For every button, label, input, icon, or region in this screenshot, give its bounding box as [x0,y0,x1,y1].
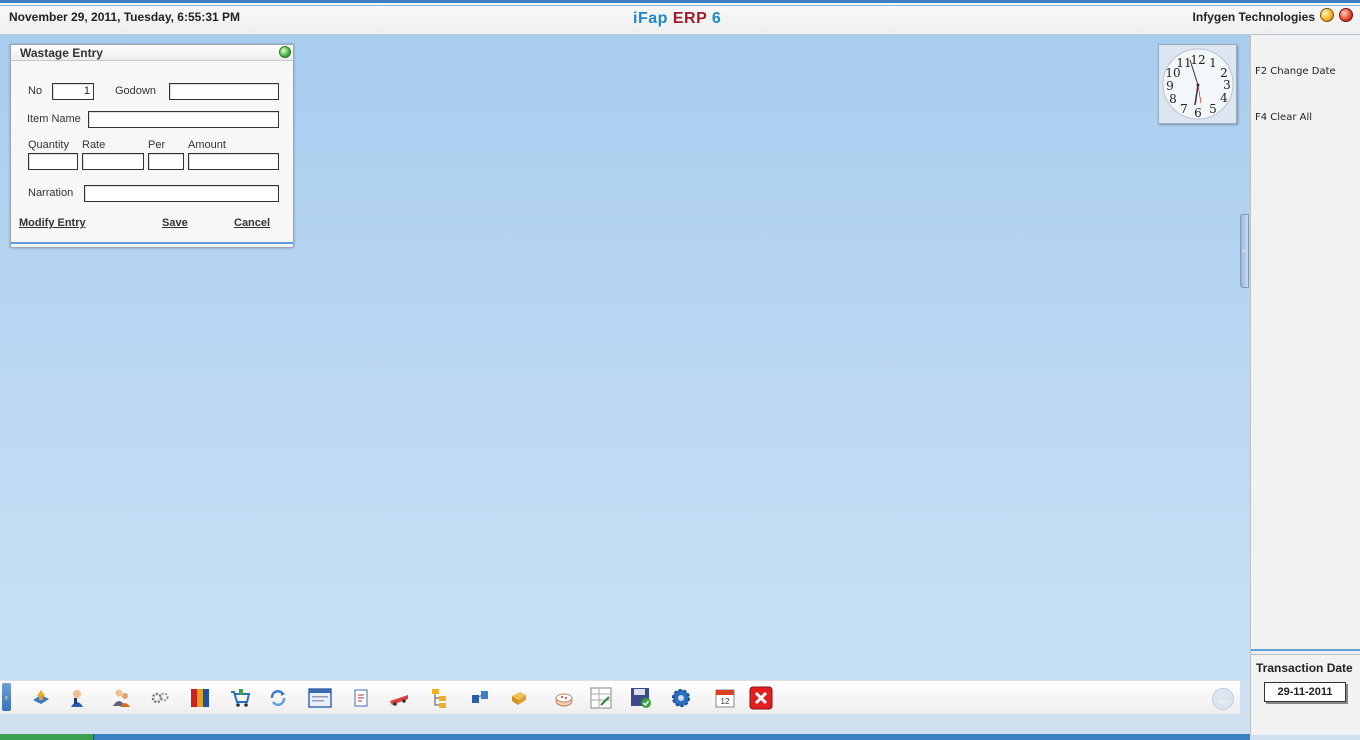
box-icon[interactable] [507,686,531,710]
app-title-erp: ERP [672,10,707,27]
user-support-icon[interactable] [65,686,89,710]
minimize-button[interactable] [1320,8,1334,22]
app-title-ifap: iFap [633,10,668,27]
taskbar-scroll-left-button[interactable]: ‹ [2,683,11,711]
save-button[interactable]: Save [162,217,188,229]
settings-gears-icon[interactable] [148,686,172,710]
app-title-version: 6 [711,10,722,27]
wastage-entry-dialog: Wastage Entry No 1 Godown Item Name Quan… [10,44,294,248]
svg-text:11: 11 [1176,56,1191,70]
rate-field[interactable] [82,153,144,170]
clock-face-icon: 12 1 2 3 4 5 6 7 8 9 10 11 [1162,48,1234,120]
save-disk-icon[interactable] [629,686,653,710]
transaction-date-label: Transaction Date [1256,661,1353,675]
folder-tree-icon[interactable] [428,686,452,710]
narration-label: Narration [28,187,74,199]
dialog-title: Wastage Entry [20,46,103,60]
app-title: iFap ERP 6 [633,10,721,28]
modify-entry-button[interactable]: Modify Entry [19,217,86,229]
modify-entry-mnemonic: M [19,217,29,229]
current-datetime: November 29, 2011, Tuesday, 6:55:31 PM [9,10,241,24]
svg-text:6: 6 [1194,106,1202,120]
per-label: Per [148,139,166,151]
taskbar: ‹ 12 ← [0,680,1240,714]
cancel-button[interactable]: Cancel [234,217,270,229]
rate-label: Rate [82,139,106,151]
svg-text:5: 5 [1209,102,1217,116]
close-icon[interactable] [749,686,773,710]
bottom-status-strip [0,734,1250,740]
modify-entry-label: odify Entry [28,217,86,229]
cash-book-icon[interactable] [29,686,53,710]
no-field[interactable]: 1 [52,83,94,100]
document-icon[interactable] [349,686,373,710]
dialog-titlebar[interactable]: Wastage Entry [11,45,293,61]
no-label: No [28,85,43,97]
status-indicator-icon[interactable] [279,46,291,58]
right-shortcut-panel: F2 Change Date F4 Clear All Transaction … [1250,35,1360,735]
file-cabinet-icon[interactable] [188,686,212,710]
refresh-icon[interactable] [266,686,290,710]
godown-label: Godown [115,85,156,97]
quantity-label: Quantity [28,139,69,151]
top-bar: November 29, 2011, Tuesday, 6:55:31 PM i… [0,0,1360,35]
delivery-truck-icon[interactable] [387,686,411,710]
analog-clock: 12 1 2 3 4 5 6 7 8 9 10 11 [1158,44,1237,124]
dialog-bottom-border [11,242,293,247]
chevron-right-icon: › [1242,245,1245,255]
cake-icon[interactable] [552,686,576,710]
window-icon[interactable] [308,686,332,710]
spreadsheet-icon[interactable] [589,686,613,710]
item-name-field[interactable] [88,111,279,128]
back-arrow-icon[interactable]: ← [1212,688,1234,710]
svg-text:8: 8 [1169,92,1177,106]
bottom-status-green-segment [0,734,94,740]
amount-label: Amount [188,139,226,151]
close-app-button[interactable] [1339,8,1353,22]
clear-all-shortcut[interactable]: F4 Clear All [1255,112,1312,123]
quantity-field[interactable] [28,153,78,170]
gear-icon[interactable] [669,686,693,710]
amount-field[interactable] [188,153,279,170]
per-field[interactable] [148,153,184,170]
transfer-icon[interactable] [468,686,492,710]
svg-text:4: 4 [1220,91,1228,105]
godown-field[interactable] [169,83,279,100]
panel-separator [1251,649,1360,655]
transaction-date-field[interactable]: 29-11-2011 [1264,682,1346,702]
narration-field[interactable] [84,185,279,202]
change-date-shortcut[interactable]: F2 Change Date [1255,66,1336,77]
shopping-cart-icon[interactable] [228,686,252,710]
svg-text:1: 1 [1209,56,1217,70]
svg-text:9: 9 [1166,79,1174,93]
svg-text:12: 12 [721,697,730,706]
item-name-label: Item Name [27,113,81,125]
panel-collapse-handle[interactable]: › [1240,214,1249,288]
svg-text:3: 3 [1223,78,1231,92]
company-name: Infygen Technologies [1192,10,1315,24]
svg-text:7: 7 [1180,102,1188,116]
top-bar-line [0,5,1360,6]
svg-text:12: 12 [1190,53,1205,67]
calendar-icon[interactable]: 12 [713,686,737,710]
users-icon[interactable] [109,686,133,710]
